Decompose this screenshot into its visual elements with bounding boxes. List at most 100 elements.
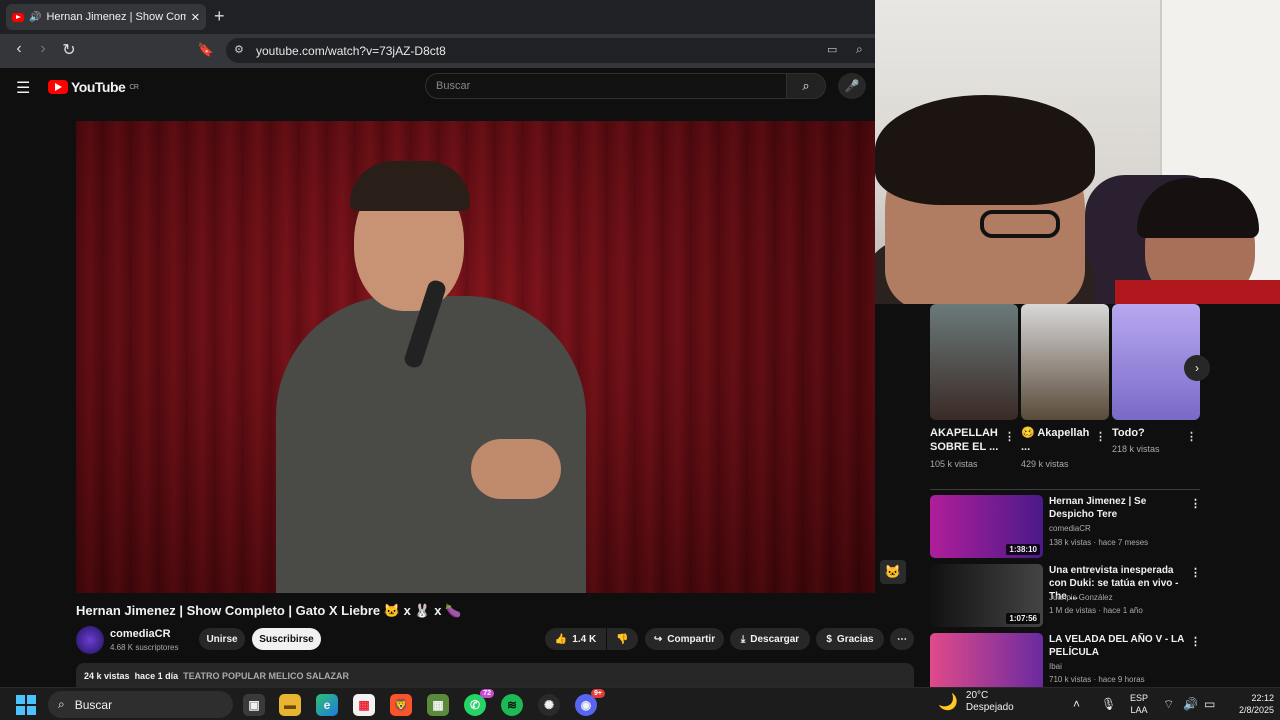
volume-icon[interactable]: 🔊 [1183, 697, 1198, 711]
recommendation-thumbnail[interactable]: 1:38:10 [930, 495, 1043, 558]
voice-search-icon[interactable]: 🎤 [838, 73, 866, 99]
recommendation-channel[interactable]: Ibai [1049, 662, 1062, 671]
back-icon[interactable]: ‹ [8, 40, 30, 58]
microphone-icon[interactable]: 🎙 [1101, 697, 1116, 711]
address-bar[interactable]: youtube.com/watch?v=73jAZ-D8ct8 [226, 38, 875, 63]
recommendation-meta: 710 k vistas · hace 9 horas [1049, 675, 1145, 684]
recommendation-thumbnail[interactable] [930, 633, 1043, 687]
thumbs-down-icon: 👎 [616, 633, 629, 645]
youtube-logo[interactable]: YouTube CR [48, 79, 139, 95]
dislike-button[interactable]: 👎 [607, 628, 638, 650]
browser-tab[interactable]: 🔊 Hernan Jimenez | Show Completo ✕ [6, 4, 206, 30]
search-button[interactable]: ⌕ [786, 73, 826, 99]
hamburger-menu-icon[interactable]: ☰ [16, 78, 32, 98]
thumbs-up-icon: 👍 [554, 633, 568, 645]
language-indicator[interactable]: ESP LAA [1130, 692, 1148, 716]
search-icon: ⌕ [58, 697, 65, 711]
short-menu-icon[interactable]: ⋮ [1095, 430, 1106, 443]
discord-badge: 9+ [591, 689, 605, 698]
speaker-icon[interactable]: 🔊 [29, 12, 41, 23]
like-count: 1.4 K [572, 633, 597, 645]
video-title: Hernan Jimenez | Show Completo | Gato X … [76, 603, 462, 618]
short-menu-icon[interactable]: ⋮ [1186, 430, 1197, 443]
cast-icon[interactable]: ▭ [827, 43, 837, 56]
like-button[interactable]: 👍 1.4 K [545, 628, 606, 650]
recommendation-menu-icon[interactable]: ⋮ [1190, 566, 1201, 579]
reload-icon[interactable]: ↻ [58, 40, 80, 60]
zoom-icon[interactable]: ⌕ [856, 42, 863, 57]
taskbar-search[interactable]: ⌕ Buscar [48, 691, 233, 718]
thanks-button[interactable]: $ Gracias [816, 628, 884, 650]
shorts-next-icon[interactable]: › [1184, 355, 1210, 381]
bookmark-icon[interactable]: 🔖 [195, 42, 217, 58]
minecraft-icon[interactable]: ▦ [427, 694, 449, 716]
video-player[interactable] [76, 121, 875, 593]
short-title[interactable]: 🥴 Akapellah ... [1021, 426, 1091, 454]
download-icon: ⤓ [740, 633, 746, 645]
windows-start-icon[interactable] [16, 695, 36, 715]
lang-bottom: LAA [1130, 705, 1148, 715]
edge-icon[interactable]: e [316, 694, 338, 716]
recommendation-meta: 138 k vistas · hace 7 meses [1049, 538, 1149, 547]
recommendation-menu-icon[interactable]: ⋮ [1190, 497, 1201, 510]
brave-icon[interactable]: 🦁 [390, 694, 412, 716]
store-icon[interactable]: ▦ [353, 694, 375, 716]
whatsapp-badge: 72 [480, 689, 494, 698]
moon-icon: 🌙 [938, 694, 958, 711]
location-tag[interactable]: TEATRO POPULAR MELICO SALAZAR [183, 671, 349, 681]
date: 2/8/2025 [1238, 705, 1274, 715]
whatsapp-icon[interactable]: ✆ 72 [464, 689, 494, 716]
site-info-icon[interactable]: ⚙ [234, 43, 244, 56]
more-actions-icon[interactable]: ⋯ [890, 628, 914, 650]
description-box[interactable]: 24 k vistas hace 1 día TEATRO POPULAR ME… [76, 663, 914, 687]
video-duration: 1:07:56 [1006, 613, 1040, 624]
short-title[interactable]: AKAPELLAH SOBRE EL ... [930, 426, 1000, 454]
short-thumbnail[interactable] [1021, 304, 1109, 420]
comedian-figure [266, 161, 596, 593]
recommendation-title[interactable]: LA VELADA DEL AÑO V - LA PELÍCULA [1049, 633, 1184, 659]
wifi-icon[interactable]: ⌔ [1163, 697, 1174, 712]
close-tab-icon[interactable]: ✕ [191, 11, 200, 24]
recommendation-title[interactable]: Hernan Jimenez | Se Despicho Tere [1049, 495, 1184, 521]
subscriber-count: 4.68 K suscriptores [110, 643, 179, 652]
channel-avatar[interactable] [76, 626, 104, 654]
url-text: youtube.com/watch?v=73jAZ-D8ct8 [256, 43, 446, 58]
lang-top: ESP [1130, 693, 1149, 703]
video-duration: 1:38:10 [1006, 544, 1040, 555]
search-input[interactable]: Buscar [425, 73, 787, 99]
subscribe-button[interactable]: Suscribirse [252, 628, 321, 650]
recommendation-channel[interactable]: Juanpis González [1049, 593, 1113, 602]
file-explorer-icon[interactable]: ▬ [279, 694, 301, 716]
webcam-overlay [875, 0, 1280, 304]
short-title[interactable]: Todo? [1112, 426, 1182, 440]
recommendation-menu-icon[interactable]: ⋮ [1190, 635, 1201, 648]
join-button[interactable]: Unirse [199, 628, 245, 650]
short-menu-icon[interactable]: ⋮ [1004, 430, 1015, 443]
recommendation-channel[interactable]: comediaCR [1049, 524, 1091, 533]
share-button[interactable]: ↪ Compartir [645, 628, 724, 650]
spotify-icon[interactable]: ≋ [501, 694, 523, 716]
weather-condition: Despejado [965, 702, 1014, 713]
task-view-icon[interactable]: ▣ [243, 694, 265, 716]
download-button[interactable]: ⤓ Descargar [730, 628, 810, 650]
tray-overflow-icon[interactable]: ˄ [1073, 697, 1080, 711]
taskbar-search-label: Buscar [74, 697, 113, 712]
forward-icon[interactable]: › [32, 40, 54, 58]
short-thumbnail[interactable] [930, 304, 1018, 420]
discord-icon[interactable]: ◉ 9+ [575, 689, 605, 716]
channel-name[interactable]: comediaCR [110, 628, 171, 640]
recommendation-thumbnail[interactable]: 1:07:56 [930, 564, 1043, 627]
clock[interactable]: 22:12 2/8/2025 [1228, 692, 1274, 716]
thanks-icon: $ [826, 633, 832, 645]
battery-icon[interactable]: ▭ [1204, 697, 1215, 711]
search-icon: ⌕ [802, 78, 810, 93]
channel-watermark-icon[interactable]: 🐱 [880, 560, 906, 584]
tab-title: Hernan Jimenez | Show Completo [46, 11, 186, 23]
time: 22:12 [1251, 693, 1274, 703]
new-tab-button[interactable]: + [214, 6, 225, 27]
chatgpt-icon[interactable]: ✺ [538, 694, 560, 716]
download-label: Descargar [750, 633, 800, 645]
weather-widget[interactable]: 🌙 20°C Despejado [938, 690, 1014, 714]
short-views: 429 k vistas [1021, 459, 1069, 469]
youtube-play-icon [48, 80, 68, 94]
